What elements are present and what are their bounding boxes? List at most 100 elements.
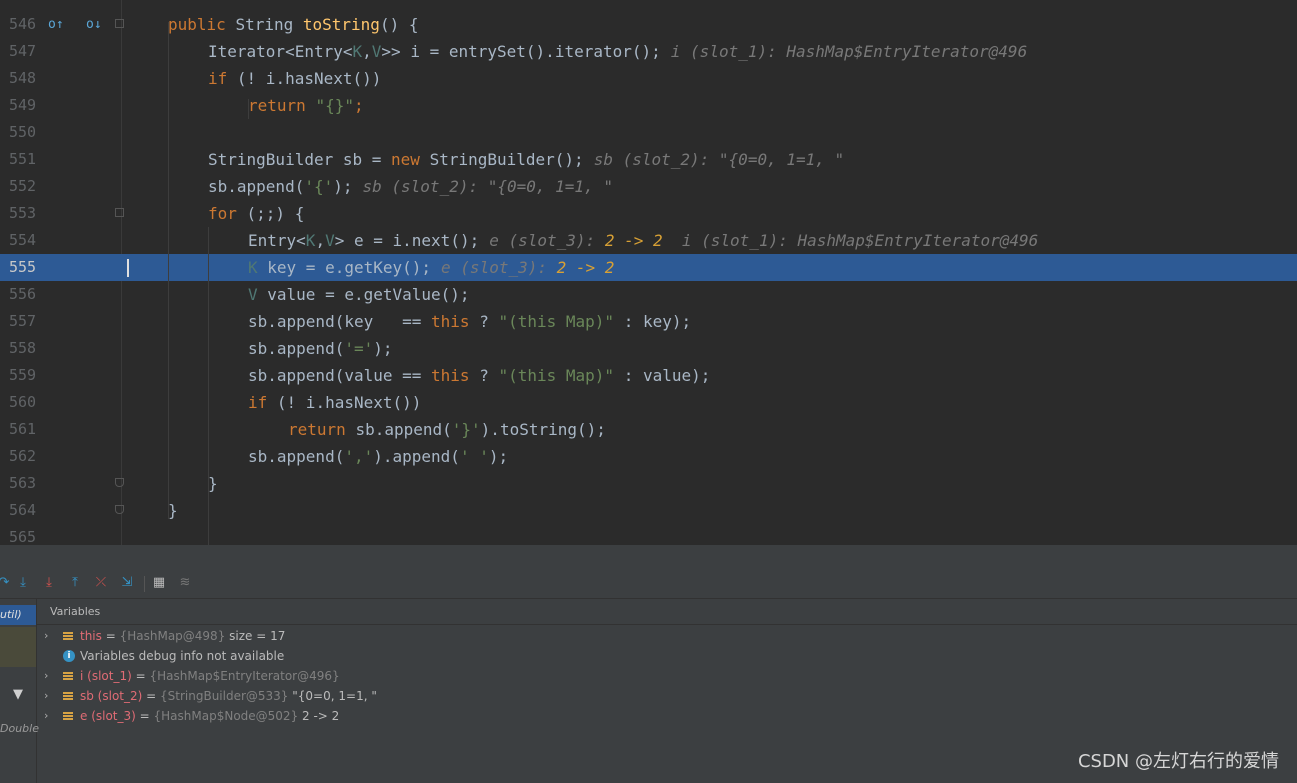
line-number[interactable]: 561 bbox=[9, 416, 43, 443]
fold-marker-icon[interactable] bbox=[115, 478, 124, 487]
code-line[interactable]: 560 if (! i.hasNext()) bbox=[0, 389, 1297, 416]
code-token: key = e.getKey(); bbox=[257, 258, 432, 277]
code-token: Entry< bbox=[248, 231, 306, 250]
code-line[interactable]: 558 sb.append('='); bbox=[0, 335, 1297, 362]
run-to-cursor-icon[interactable]: ⇲ bbox=[119, 575, 135, 591]
line-number[interactable]: 564 bbox=[9, 497, 43, 524]
expand-arrow-icon[interactable]: › bbox=[44, 626, 48, 646]
expand-arrow-icon[interactable]: › bbox=[44, 706, 48, 726]
hint-token: sb (slot_2): "{0=0, 1=1, " bbox=[362, 177, 613, 196]
variable-reference: {HashMap$Node@502} bbox=[153, 709, 299, 723]
code-line[interactable]: 549 return "{}"; bbox=[0, 92, 1297, 119]
overridden-marker-icon[interactable]: o↓ bbox=[86, 11, 102, 38]
line-number[interactable]: 559 bbox=[9, 362, 43, 389]
force-step-into-icon[interactable]: ⤓ bbox=[41, 575, 57, 591]
variables-title: Variables bbox=[50, 605, 101, 618]
line-number[interactable]: 546 bbox=[9, 11, 43, 38]
code-token: ? bbox=[479, 366, 499, 385]
indent-guide bbox=[208, 227, 209, 545]
code-text: return sb.append('}').toString(); bbox=[288, 416, 606, 443]
frame-other-label[interactable]: Double bbox=[0, 722, 39, 735]
code-text: sb.append(key == this ? "(this Map)" : k… bbox=[248, 308, 691, 335]
inline-debug-hint: e (slot_3): 2 -> 2 i (slot_1): HashMap$E… bbox=[489, 231, 1038, 250]
code-line[interactable]: 553 for (;;) { bbox=[0, 200, 1297, 227]
code-line[interactable]: 546 public String toString() { o↑ o↓ bbox=[0, 11, 1297, 38]
line-number[interactable]: 551 bbox=[9, 146, 43, 173]
line-number[interactable]: 565 bbox=[9, 524, 43, 545]
hint-token: i (slot_1): HashMap$EntryIterator@496 bbox=[670, 42, 1028, 61]
code-line[interactable]: 551 StringBuilder sb = new StringBuilder(… bbox=[0, 146, 1297, 173]
code-line[interactable]: 554 Entry<K,V> e = i.next(); e (slot_3): 2… bbox=[0, 227, 1297, 254]
code-line[interactable]: 550 bbox=[0, 119, 1297, 146]
info-icon: i bbox=[63, 650, 75, 662]
line-number[interactable]: 547 bbox=[9, 38, 43, 65]
code-editor[interactable]: 546 public String toString() { o↑ o↓ 547 Iter… bbox=[0, 0, 1297, 545]
field-icon bbox=[63, 712, 73, 720]
variable-reference: {HashMap@498} bbox=[119, 629, 226, 643]
code-token: V bbox=[248, 285, 258, 304]
line-number[interactable]: 557 bbox=[9, 308, 43, 335]
line-number[interactable]: 554 bbox=[9, 227, 43, 254]
code-text: Iterator<Entry<K,V>> i = entrySet().iter… bbox=[208, 38, 1027, 65]
variable-text: sb (slot_2) = {StringBuilder@533} "{0=0,… bbox=[80, 686, 377, 706]
filter-icon[interactable]: ▼ bbox=[13, 687, 27, 702]
line-number[interactable]: 556 bbox=[9, 281, 43, 308]
code-line[interactable]: 559 sb.append(value == this ? "(this Map)… bbox=[0, 362, 1297, 389]
field-icon bbox=[63, 672, 73, 680]
code-line[interactable]: 562 sb.append(',').append(' '); bbox=[0, 443, 1297, 470]
code-token: "(this Map)" bbox=[498, 312, 615, 331]
code-token: public bbox=[168, 15, 236, 34]
code-line[interactable]: 563} bbox=[0, 470, 1297, 497]
code-line[interactable]: 555 K key = e.getKey(); e (slot_3): 2 -> 2 bbox=[0, 254, 1297, 281]
code-line[interactable]: 564} bbox=[0, 497, 1297, 524]
line-number[interactable]: 548 bbox=[9, 65, 43, 92]
code-token: return bbox=[288, 420, 356, 439]
variable-reference: {HashMap$EntryIterator@496} bbox=[149, 669, 340, 683]
code-line[interactable]: 552 sb.append('{'); sb (slot_2): "{0=0, 1=… bbox=[0, 173, 1297, 200]
code-token: ).append( bbox=[373, 447, 460, 466]
trace-stream-icon[interactable]: ≋ bbox=[177, 575, 193, 591]
fold-marker-icon[interactable] bbox=[115, 505, 124, 514]
line-number[interactable]: 553 bbox=[9, 200, 43, 227]
code-text: Entry<K,V> e = i.next(); e (slot_3): 2 ->… bbox=[248, 227, 1038, 254]
text-caret bbox=[127, 259, 129, 277]
code-line[interactable]: 557 sb.append(key == this ? "(this Map)" … bbox=[0, 308, 1297, 335]
line-number[interactable]: 549 bbox=[9, 92, 43, 119]
code-token: } bbox=[168, 501, 178, 520]
line-number[interactable]: 562 bbox=[9, 443, 43, 470]
code-token: () { bbox=[379, 15, 419, 34]
line-number[interactable]: 560 bbox=[9, 389, 43, 416]
step-over-icon[interactable]: ↷ bbox=[0, 575, 12, 591]
drop-frame-icon[interactable]: ⤫ bbox=[93, 575, 109, 591]
line-number[interactable]: 563 bbox=[9, 470, 43, 497]
variable-equals: = bbox=[131, 669, 150, 683]
step-out-icon[interactable]: ⤒ bbox=[67, 575, 83, 591]
variable-text: Variables debug info not available bbox=[80, 646, 284, 666]
step-into-icon[interactable]: ⤓ bbox=[15, 575, 31, 591]
code-line[interactable]: 547 Iterator<Entry<K,V>> i = entrySet().i… bbox=[0, 38, 1297, 65]
frame-item[interactable] bbox=[0, 627, 36, 667]
code-token: > e = i.next(); bbox=[334, 231, 480, 250]
line-number[interactable]: 552 bbox=[9, 173, 43, 200]
variables-header: Variables bbox=[37, 599, 1297, 625]
code-line[interactable]: 548 if (! i.hasNext()) bbox=[0, 65, 1297, 92]
code-line[interactable]: 561 return sb.append('}').toString(); bbox=[0, 416, 1297, 443]
line-number[interactable]: 558 bbox=[9, 335, 43, 362]
override-marker-icon[interactable]: o↑ bbox=[48, 11, 64, 38]
fold-marker-icon[interactable] bbox=[115, 19, 124, 28]
code-line[interactable]: 556 V value = e.getValue(); bbox=[0, 281, 1297, 308]
code-text: } bbox=[168, 497, 178, 524]
variable-value: size = 17 bbox=[225, 629, 286, 643]
line-number[interactable]: 550 bbox=[9, 119, 43, 146]
expand-arrow-icon[interactable]: › bbox=[44, 666, 48, 686]
frame-selected[interactable]: util) bbox=[0, 605, 36, 625]
inline-debug-hint: sb (slot_2): "{0=0, 1=1, " bbox=[594, 150, 844, 169]
evaluate-expression-icon[interactable]: ▦ bbox=[151, 575, 167, 591]
variable-name: this bbox=[80, 629, 102, 643]
code-text: public String toString() { bbox=[168, 11, 418, 38]
code-token: ); bbox=[488, 447, 509, 466]
expand-arrow-icon[interactable]: › bbox=[44, 686, 48, 706]
fold-marker-icon[interactable] bbox=[115, 208, 124, 217]
line-number[interactable]: 555 bbox=[9, 254, 43, 281]
code-line[interactable]: 565 bbox=[0, 524, 1297, 545]
